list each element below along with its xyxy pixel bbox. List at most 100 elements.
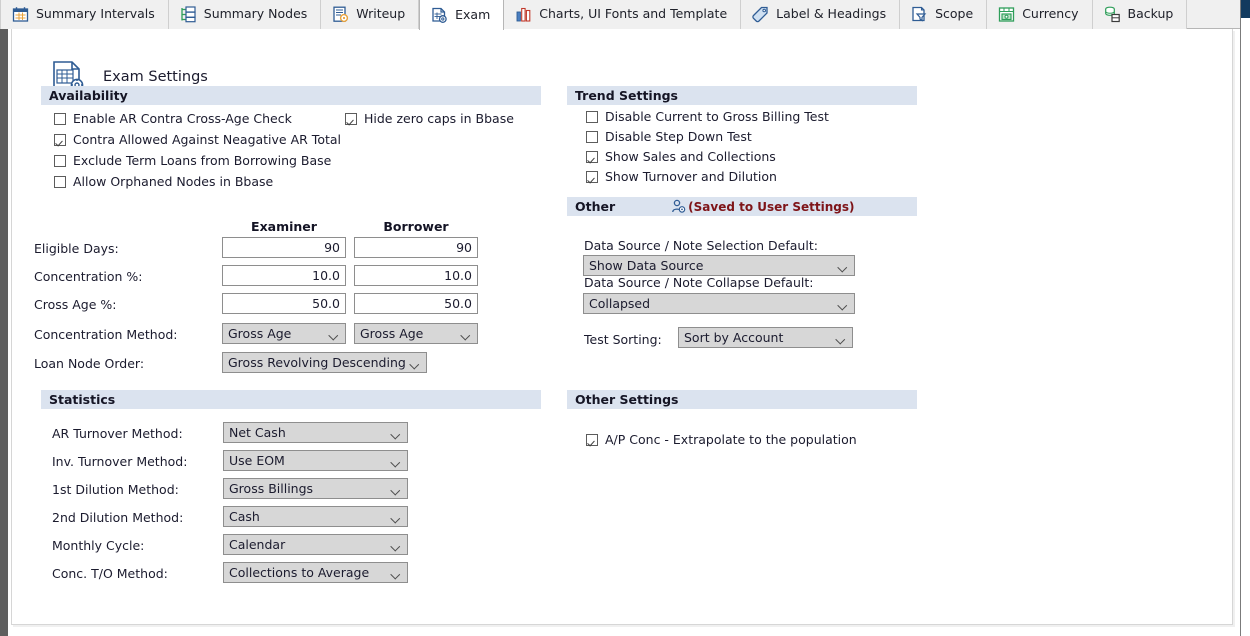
calendar-grid-icon <box>12 6 29 23</box>
ar-turnover-method-select[interactable]: Net Cash <box>223 422 408 443</box>
trend-settings-checkbox[interactable]: Disable Step Down Test <box>586 131 752 144</box>
exam-settings-window: Summary Intervals Summary Nodes Writeup … <box>0 0 1250 636</box>
examiner-loan-node-order-select[interactable]: Gross Revolving Descending <box>222 352 427 373</box>
test-sorting-select[interactable]: Sort by Account <box>678 327 853 348</box>
monthly-cycle-select[interactable]: Calendar <box>223 534 408 555</box>
tab-backup[interactable]: Backup <box>1093 0 1188 29</box>
tab-label-headings[interactable]: Label & Headings <box>741 0 900 29</box>
1st-dilution-method-select[interactable]: Gross Billings <box>223 478 408 499</box>
field-label: Data Source / Note Collapse Default: <box>584 275 813 290</box>
tag-icon <box>752 6 769 23</box>
borrower-cross-age-input[interactable]: 50.0 <box>354 293 478 314</box>
checkbox-label: Contra Allowed Against Neagative AR Tota… <box>73 134 341 147</box>
trend-settings-checkbox[interactable]: Show Turnover and Dilution <box>586 171 777 184</box>
select-value: Gross Billings <box>229 481 313 496</box>
page-title: Exam Settings <box>103 69 208 85</box>
checkbox-unchecked-icon[interactable] <box>586 111 598 123</box>
tab-exam[interactable]: Exam <box>419 0 504 30</box>
checkbox-checked-icon[interactable] <box>345 113 357 125</box>
examiner-concentration-input[interactable]: 10.0 <box>222 265 346 286</box>
chevron-down-icon[interactable] <box>837 336 845 341</box>
chevron-down-icon[interactable] <box>392 571 400 576</box>
other-settings-checkbox[interactable]: A/P Conc - Extrapolate to the population <box>586 434 857 447</box>
chevron-down-icon[interactable] <box>392 459 400 464</box>
availability-checkbox[interactable]: Hide zero caps in Bbase <box>345 113 514 126</box>
chevron-down-icon[interactable] <box>411 361 419 366</box>
tab-charts-ui-fonts-and-template[interactable]: Charts, UI Fonts and Template <box>504 0 741 29</box>
2nd-dilution-method-select[interactable]: Cash <box>223 506 408 527</box>
checkbox-checked-icon[interactable] <box>586 171 598 183</box>
data-source-note-selection-default-select[interactable]: Show Data Source <box>583 255 855 276</box>
examiner-eligible-days-input[interactable]: 90 <box>222 237 346 258</box>
other-section-header: Other (Saved to User Settings) <box>567 197 917 216</box>
trend-settings-checkbox[interactable]: Disable Current to Gross Billing Test <box>586 111 829 124</box>
examiner-concentration-method-select[interactable]: Gross Age <box>222 323 346 344</box>
chevron-down-icon[interactable] <box>392 487 400 492</box>
tab-label: Summary Nodes <box>204 8 308 21</box>
availability-checkbox[interactable]: Allow Orphaned Nodes in Bbase <box>54 176 273 189</box>
checkbox-label: Exclude Term Loans from Borrowing Base <box>73 155 331 168</box>
checkbox-label: A/P Conc - Extrapolate to the population <box>605 434 857 447</box>
field-label: Conc. T/O Method: <box>52 566 168 581</box>
chevron-down-icon[interactable] <box>462 332 470 337</box>
checkbox-checked-icon[interactable] <box>586 434 598 446</box>
chevron-down-icon[interactable] <box>392 543 400 548</box>
saved-to-user-settings-note: (Saved to User Settings) <box>671 199 854 214</box>
tree-nodes-icon <box>180 6 197 23</box>
checkbox-checked-icon[interactable] <box>54 134 66 146</box>
statistics-section-header: Statistics <box>41 390 541 409</box>
field-label: Data Source / Note Selection Default: <box>584 238 818 253</box>
field-label: Concentration %: <box>34 269 143 284</box>
tab-scope[interactable]: Scope <box>900 0 987 29</box>
inv-turnover-method-select[interactable]: Use EOM <box>223 450 408 471</box>
select-value: Show Data Source <box>589 258 703 273</box>
checkbox-unchecked-icon[interactable] <box>54 155 66 167</box>
examiner-cross-age-input[interactable]: 50.0 <box>222 293 346 314</box>
borrower-concentration-method-select[interactable]: Gross Age <box>354 323 478 344</box>
checkbox-unchecked-icon[interactable] <box>586 131 598 143</box>
availability-section-header: Availability <box>41 86 541 105</box>
column-header-examiner: Examiner <box>222 219 346 234</box>
conc-t-o-method-select[interactable]: Collections to Average <box>223 562 408 583</box>
select-value: Use EOM <box>229 453 285 468</box>
tab-summary-nodes[interactable]: Summary Nodes <box>169 0 322 29</box>
checkbox-unchecked-icon[interactable] <box>54 113 66 125</box>
chevron-down-icon[interactable] <box>839 264 847 269</box>
user-gear-icon <box>671 199 686 214</box>
trend-settings-section-header: Trend Settings <box>567 86 917 105</box>
field-label: Test Sorting: <box>584 332 662 347</box>
chevron-down-icon[interactable] <box>392 431 400 436</box>
field-label: Loan Node Order: <box>34 356 144 371</box>
checkbox-label: Disable Current to Gross Billing Test <box>605 111 829 124</box>
checkbox-checked-icon[interactable] <box>586 151 598 163</box>
field-label: Inv. Turnover Method: <box>52 454 187 469</box>
tab-label: Backup <box>1128 8 1174 21</box>
availability-checkbox[interactable]: Contra Allowed Against Neagative AR Tota… <box>54 134 341 147</box>
tab-summary-intervals[interactable]: Summary Intervals <box>0 0 169 29</box>
chevron-down-icon[interactable] <box>839 302 847 307</box>
exam-page-gear-icon <box>431 7 448 24</box>
borrower-concentration-input[interactable]: 10.0 <box>354 265 478 286</box>
tab-currency[interactable]: Currency <box>987 0 1092 29</box>
tab-writeup[interactable]: Writeup <box>321 0 419 29</box>
document-gear-icon <box>332 6 349 23</box>
checkbox-label: Show Sales and Collections <box>605 151 776 164</box>
chevron-down-icon[interactable] <box>392 515 400 520</box>
borrower-eligible-days-input[interactable]: 90 <box>354 237 478 258</box>
tab-label: Charts, UI Fonts and Template <box>539 8 727 21</box>
availability-heading: Availability <box>49 88 128 103</box>
trend-settings-checkbox[interactable]: Show Sales and Collections <box>586 151 776 164</box>
select-value: Gross Revolving Descending <box>228 355 406 370</box>
tab-label: Scope <box>935 8 973 21</box>
field-label: Cross Age %: <box>34 297 116 312</box>
tab-label: Summary Intervals <box>36 8 155 21</box>
availability-checkbox[interactable]: Enable AR Contra Cross-Age Check <box>54 113 292 126</box>
checkbox-label: Hide zero caps in Bbase <box>364 113 514 126</box>
select-value: Gross Age <box>360 326 423 341</box>
field-label: 2nd Dilution Method: <box>52 510 183 525</box>
chevron-down-icon[interactable] <box>330 332 338 337</box>
checkbox-unchecked-icon[interactable] <box>54 176 66 188</box>
data-source-note-collapse-default-select[interactable]: Collapsed <box>583 293 855 314</box>
field-label: Monthly Cycle: <box>52 538 144 553</box>
availability-checkbox[interactable]: Exclude Term Loans from Borrowing Base <box>54 155 331 168</box>
